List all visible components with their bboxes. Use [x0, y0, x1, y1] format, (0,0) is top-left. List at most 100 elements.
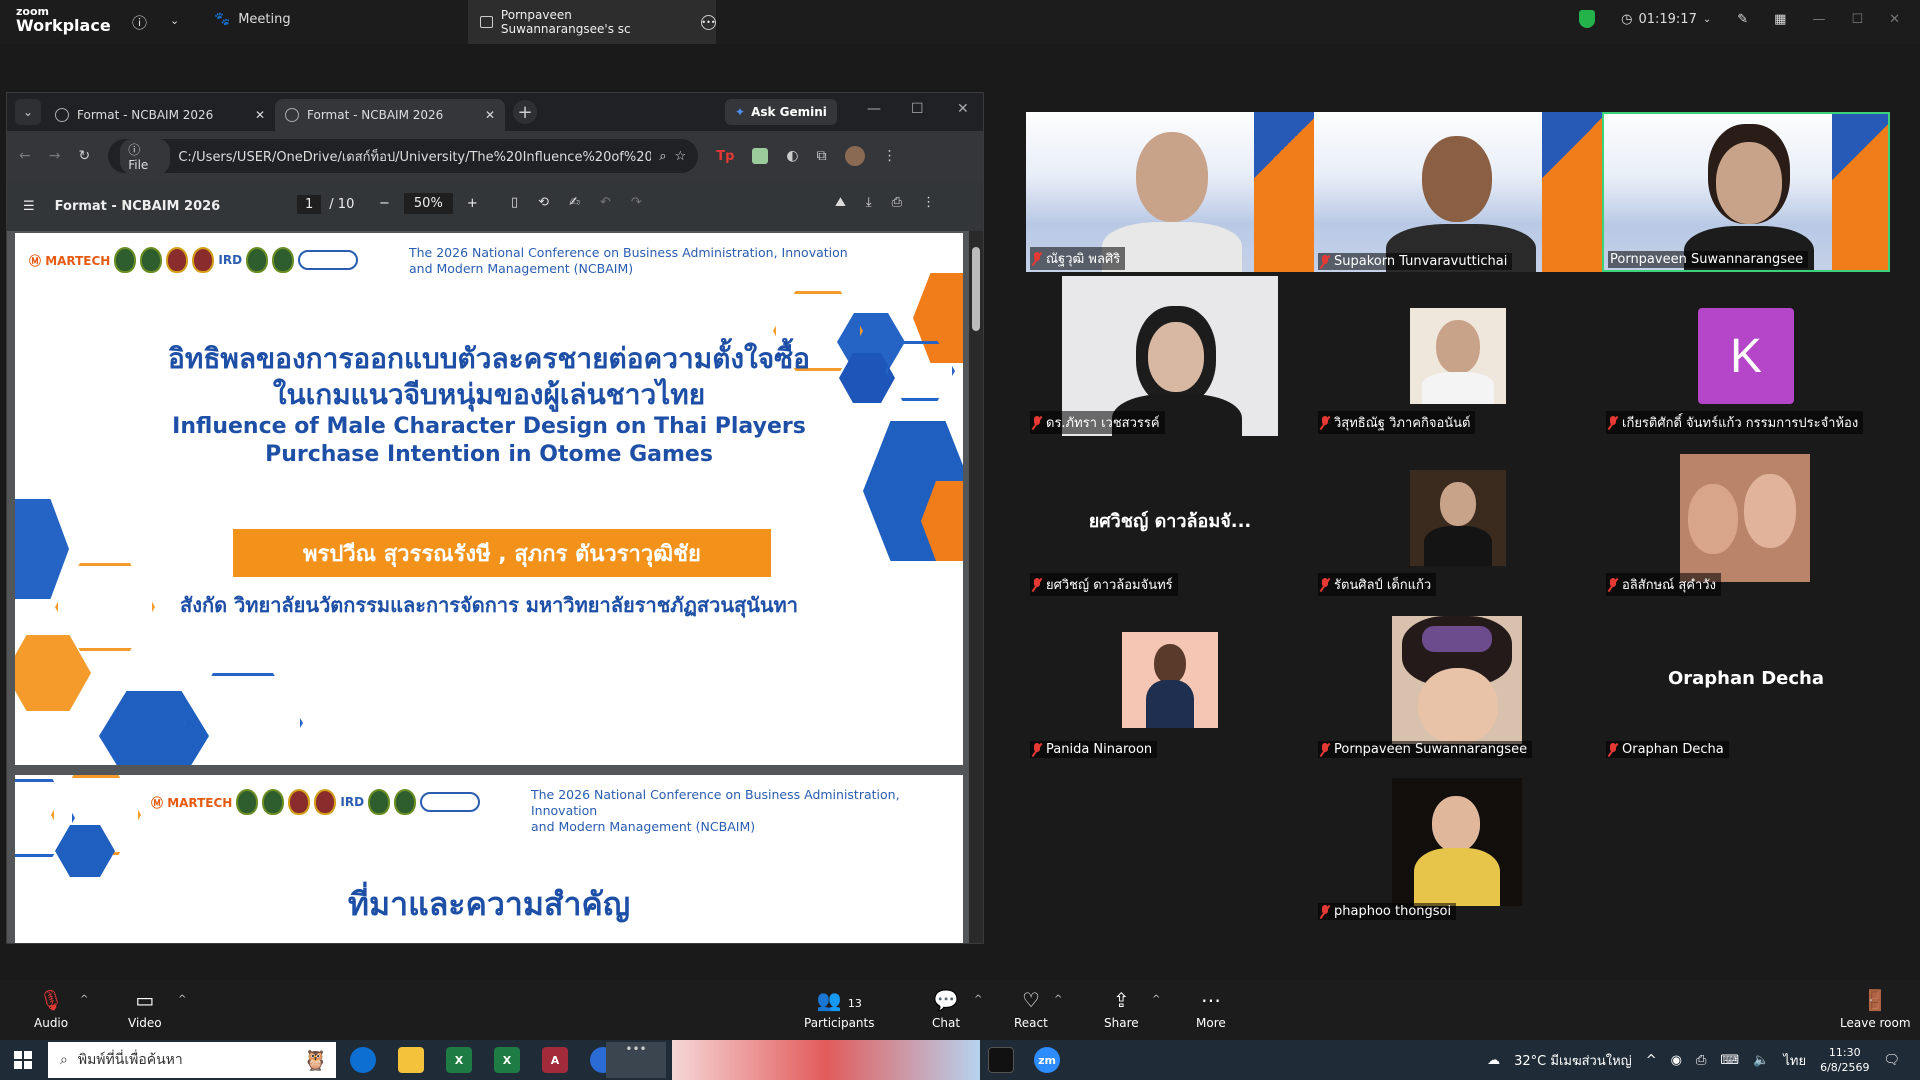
new-tab-button[interactable]: +: [513, 100, 537, 124]
audio-button[interactable]: 🎙 Audio: [34, 988, 68, 1030]
video-tile[interactable]: Oraphan Decha Oraphan Decha: [1602, 600, 1890, 760]
info-icon[interactable]: ⓘ: [132, 12, 147, 33]
pdf-page-1: Ⓜ MARTECH IRD The 2026 National Conferen…: [15, 233, 963, 765]
scrollbar-thumb[interactable]: [972, 247, 980, 331]
extension-face-icon[interactable]: ◐: [786, 148, 798, 164]
redo-icon[interactable]: ↷: [631, 195, 642, 210]
more-actions-icon[interactable]: ⋮: [922, 195, 935, 210]
chat-button[interactable]: 💬 Chat: [932, 988, 960, 1030]
print-icon[interactable]: ⎙: [892, 195, 902, 210]
forward-icon[interactable]: →: [49, 148, 61, 164]
video-tile[interactable]: phaphoo thongsoi: [1314, 762, 1602, 922]
more-button[interactable]: ⋯ More: [1196, 988, 1226, 1030]
muted-mic-icon: [1320, 416, 1330, 429]
hamburger-menu-icon[interactable]: ☰: [23, 199, 35, 214]
browser-tab[interactable]: Format - NCBAIM 2026 ✕: [45, 99, 275, 131]
excel-icon[interactable]: X: [494, 1047, 520, 1073]
pdf-viewport[interactable]: Ⓜ MARTECH IRD The 2026 National Conferen…: [7, 231, 983, 943]
page-number-input[interactable]: 1: [297, 195, 322, 214]
weather-cloud-icon[interactable]: ☁: [1487, 1053, 1500, 1068]
excel-icon[interactable]: X: [446, 1047, 472, 1073]
taskbar-thumbnail-preview[interactable]: [672, 1040, 980, 1080]
share-button[interactable]: ⇪ Share: [1104, 988, 1139, 1030]
address-bar[interactable]: ⓘ File C:/Users/USER/OneDrive/เดสก์ท็อป/…: [108, 138, 699, 174]
ask-gemini-button[interactable]: ✦ Ask Gemini: [725, 99, 837, 125]
puzzle-icon[interactable]: ⧉: [817, 148, 827, 164]
fit-page-icon[interactable]: ▯: [511, 195, 518, 210]
encryption-shield-icon[interactable]: [1579, 10, 1596, 28]
chevron-down-icon[interactable]: ⌄: [170, 14, 179, 27]
draw-icon[interactable]: ✍: [569, 195, 580, 210]
taskbar-overflow-icon[interactable]: •••: [606, 1042, 666, 1078]
audio-options-caret-icon[interactable]: ^: [80, 994, 88, 1005]
input-language[interactable]: ไทย: [1783, 1050, 1806, 1071]
snipping-tool-icon[interactable]: [988, 1047, 1014, 1073]
video-tile[interactable]: Pornpaveen Suwannarangsee: [1314, 600, 1602, 760]
chat-options-caret-icon[interactable]: ^: [974, 994, 982, 1005]
leave-room-button[interactable]: 🚪 Leave room: [1840, 988, 1911, 1030]
volume-icon[interactable]: 🔈: [1753, 1053, 1769, 1068]
tab-search-button[interactable]: ⌄: [15, 99, 41, 125]
react-button[interactable]: ♡ React: [1014, 988, 1048, 1030]
edge-browser-icon[interactable]: [350, 1047, 376, 1073]
printer-tray-icon[interactable]: ⎙: [1696, 1053, 1706, 1068]
minimize-icon[interactable]: —: [1812, 12, 1825, 27]
video-tile[interactable]: Supakorn Tunvaravuttichai: [1314, 112, 1602, 272]
zoom-input[interactable]: 50%: [403, 193, 453, 214]
star-icon[interactable]: ☆: [675, 149, 687, 164]
notification-icon[interactable]: 🗨: [1883, 1053, 1900, 1068]
window-minimize-icon[interactable]: —: [867, 101, 881, 117]
save-to-drive-icon[interactable]: ⛰: [835, 195, 846, 210]
meeting-tab[interactable]: 🐾 Meeting: [214, 12, 291, 27]
zoom-search-icon[interactable]: ⌕: [659, 149, 666, 164]
download-icon[interactable]: ⤓: [866, 195, 872, 210]
video-button[interactable]: ▭ Video: [128, 988, 162, 1030]
file-explorer-icon[interactable]: [398, 1047, 424, 1073]
layout-icon[interactable]: ▦: [1774, 12, 1786, 27]
access-icon[interactable]: A: [542, 1047, 568, 1073]
windows-start-icon[interactable]: [14, 1051, 32, 1069]
more-options-icon[interactable]: •••: [701, 14, 716, 30]
reload-icon[interactable]: ↻: [78, 148, 90, 164]
meeting-timer[interactable]: ◷ 01:19:17 ⌄: [1621, 12, 1711, 27]
tray-overflow-chevron-icon[interactable]: ^: [1646, 1053, 1657, 1068]
taskbar-search-box[interactable]: ⌕ พิมพ์ที่นี่เพื่อค้นหา 🦉: [48, 1042, 336, 1078]
maximize-icon[interactable]: ☐: [1851, 12, 1863, 27]
close-tab-icon[interactable]: ✕: [485, 108, 495, 122]
file-chip[interactable]: ⓘ File: [120, 138, 171, 174]
network-icon[interactable]: ⌨: [1720, 1053, 1739, 1068]
video-tile[interactable]: รัตนศิลป์ เด็กแก้ว: [1314, 438, 1602, 598]
undo-icon[interactable]: ↶: [600, 195, 611, 210]
video-tile-active-speaker[interactable]: Pornpaveen Suwannarangsee: [1602, 112, 1890, 272]
zoom-out-icon[interactable]: −: [379, 196, 390, 211]
video-options-caret-icon[interactable]: ^: [178, 994, 186, 1005]
rotate-icon[interactable]: ⟲: [538, 195, 549, 210]
back-icon[interactable]: ←: [19, 148, 31, 164]
profile-avatar[interactable]: [844, 146, 865, 166]
browser-tab-active[interactable]: Format - NCBAIM 2026 ✕: [275, 99, 505, 131]
close-tab-icon[interactable]: ✕: [255, 108, 265, 122]
extension-tp-icon[interactable]: Tp: [716, 149, 734, 164]
video-tile[interactable]: ยศวิชญ์ ดาวล้อมจั... ยศวิชญ์ ดาวล้อมจันท…: [1026, 438, 1314, 598]
video-tile[interactable]: ณัฐวุฒิ พลศิริ: [1026, 112, 1314, 272]
video-tile[interactable]: K เกียรติศักดิ์ จันทร์แก้ว กรรมการประจำห…: [1602, 276, 1890, 436]
participants-button[interactable]: 👥 13 Participants: [804, 988, 875, 1030]
extension-icon[interactable]: [752, 148, 769, 164]
pdf-scrollbar[interactable]: [969, 231, 983, 943]
screen-share-tab[interactable]: Pornpaveen Suwannarangsee's sc •••: [468, 0, 716, 44]
video-tile[interactable]: Panida Ninaroon: [1026, 600, 1314, 760]
video-tile[interactable]: ดร.ภัทรา เวชสวรรค์: [1026, 276, 1314, 436]
pen-icon[interactable]: ✎: [1737, 12, 1748, 27]
video-tile[interactable]: วิสุทธิณัฐ วิภาคกิจอนันต์: [1314, 276, 1602, 436]
window-close-icon[interactable]: ✕: [957, 101, 969, 117]
taskbar-clock[interactable]: 11:30 6/8/2569: [1820, 1045, 1869, 1075]
camera-tray-icon[interactable]: ◉: [1671, 1053, 1682, 1068]
zoom-in-icon[interactable]: +: [467, 196, 478, 211]
close-icon[interactable]: ✕: [1889, 12, 1900, 27]
window-maximize-icon[interactable]: ☐: [911, 101, 924, 117]
zoom-app-icon[interactable]: zm: [1034, 1047, 1060, 1073]
video-tile[interactable]: อลิสักษณ์ สุคำวัง: [1602, 438, 1890, 598]
react-options-caret-icon[interactable]: ^: [1054, 994, 1062, 1005]
kebab-menu-icon[interactable]: ⋮: [883, 148, 897, 164]
share-options-caret-icon[interactable]: ^: [1152, 994, 1160, 1005]
